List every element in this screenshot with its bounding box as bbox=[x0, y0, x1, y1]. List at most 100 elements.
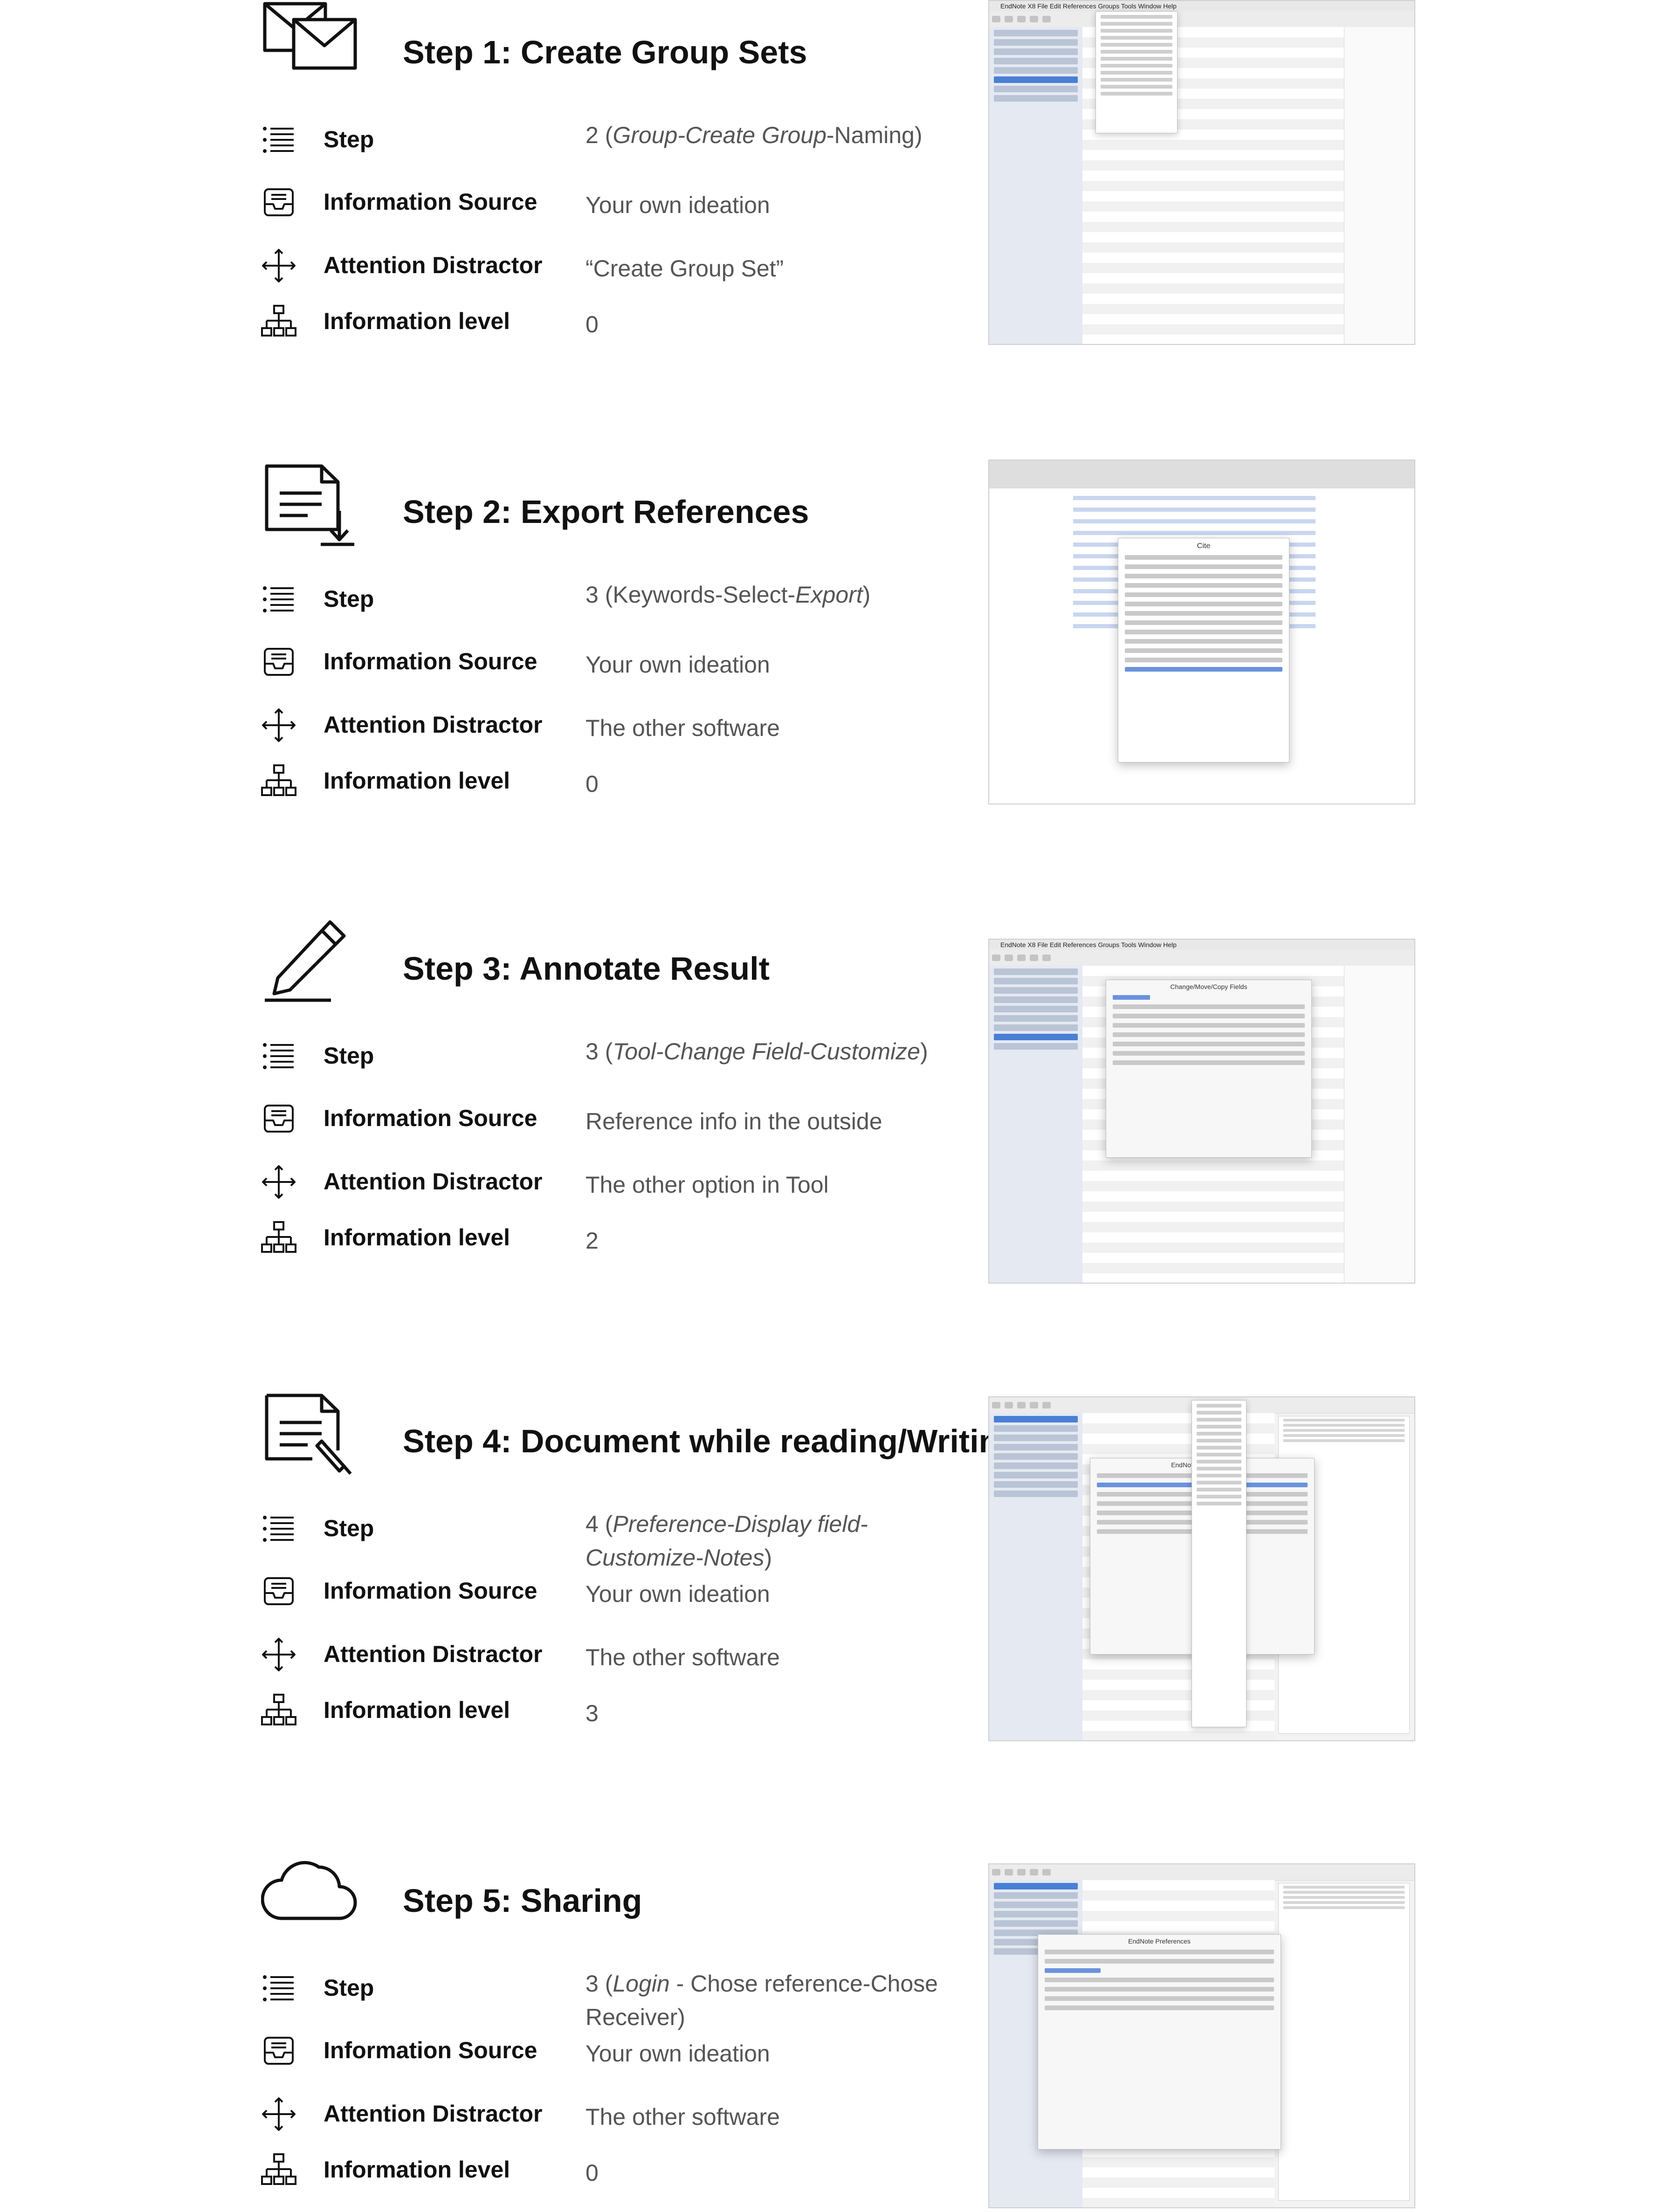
step-value-part: Group-Create Group bbox=[613, 122, 827, 148]
row-value: 3 bbox=[586, 1700, 599, 1726]
row-value: 2 bbox=[586, 1228, 599, 1254]
inbox-icon bbox=[261, 1101, 296, 1136]
row-label: Step bbox=[324, 586, 374, 612]
row-value: The other software bbox=[586, 715, 780, 741]
step-value-part: Export bbox=[795, 582, 863, 608]
step-value-part: 3 ( bbox=[586, 1971, 613, 1997]
row-value: Your own ideation bbox=[586, 192, 770, 218]
browser-chrome bbox=[989, 460, 1414, 489]
field-dropdown bbox=[1192, 1400, 1247, 1727]
row-label: Attention Distractor bbox=[324, 1641, 543, 1667]
row-label: Information Source bbox=[324, 2037, 537, 2063]
row-label: Attention Distractor bbox=[324, 1168, 543, 1195]
row-label: Information Source bbox=[324, 189, 537, 215]
step-value-part: -Naming) bbox=[826, 122, 923, 148]
row-label: Information Source bbox=[324, 1578, 537, 1604]
menu-bar: EndNote X8 File Edit References Groups T… bbox=[989, 940, 1414, 950]
move-arrows-icon bbox=[261, 1164, 296, 1200]
step-value-part: Preference-Display field-Customize-Notes bbox=[586, 1511, 868, 1571]
row-source: Information Source Your own ideation bbox=[261, 179, 988, 226]
list-icon bbox=[261, 1511, 296, 1546]
row-label: Information level bbox=[324, 308, 510, 334]
step-value-part: Login bbox=[613, 1971, 670, 1997]
document-download-icon bbox=[261, 460, 359, 548]
row-step: Step 3 (Login - Chose reference-Chose Rec… bbox=[261, 1965, 988, 2030]
row-distractor: Attention Distractor The other software bbox=[261, 702, 988, 749]
row-label: Attention Distractor bbox=[324, 2101, 543, 2127]
sync-preferences-dialog: EndNote Preferences bbox=[1038, 1934, 1281, 2150]
step-value: 3 (Keywords-Select-Export) bbox=[586, 578, 977, 611]
groups-menu bbox=[1095, 11, 1178, 133]
step-value: 3 (Tool-Change Field-Customize) bbox=[586, 1035, 977, 1068]
step-title: Step 3: Annotate Result bbox=[403, 950, 770, 987]
step-value-part: 3 ( bbox=[586, 1038, 613, 1065]
row-level: Information level 3 bbox=[261, 1687, 988, 1734]
step-value-part: 4 ( bbox=[586, 1511, 613, 1537]
row-distractor: Attention Distractor “Create Group Set” bbox=[261, 242, 988, 289]
row-label: Step bbox=[324, 1515, 374, 1541]
sidebar bbox=[989, 966, 1083, 1283]
row-step: Step 3 (Keywords-Select-Export) bbox=[261, 576, 988, 623]
document-edit-icon bbox=[261, 1389, 359, 1477]
sidebar bbox=[989, 1413, 1083, 1740]
row-level: Information level 0 bbox=[261, 298, 988, 345]
dialog-title: EndNote Preferences bbox=[1128, 1937, 1191, 1945]
step-value-part: Tool-Change Field-Customize bbox=[613, 1038, 920, 1065]
step-value-part: ) bbox=[920, 1038, 928, 1065]
row-source: Information Source Your own ideation bbox=[261, 2027, 988, 2074]
inbox-icon bbox=[261, 185, 296, 220]
hierarchy-icon bbox=[261, 2152, 296, 2188]
hierarchy-icon bbox=[261, 304, 296, 339]
pencil-icon bbox=[261, 916, 359, 1005]
row-value: 0 bbox=[586, 311, 599, 337]
list-icon bbox=[261, 582, 296, 617]
step-title: Step 4: Document while reading/Writing bbox=[403, 1423, 1019, 1459]
cite-dialog: Cite bbox=[1118, 538, 1289, 763]
row-level: Information level 0 bbox=[261, 758, 988, 804]
hierarchy-icon bbox=[261, 763, 296, 799]
toolbar bbox=[989, 1864, 1414, 1881]
row-value: Your own ideation bbox=[586, 2040, 770, 2067]
move-arrows-icon bbox=[261, 2096, 296, 2132]
screenshot-create-group: EndNote X8 File Edit References Groups T… bbox=[988, 0, 1415, 345]
row-value: Reference info in the outside bbox=[586, 1108, 882, 1134]
row-level: Information level 2 bbox=[261, 1215, 988, 1261]
screenshot-export-references: Cite bbox=[988, 460, 1415, 804]
row-value: 0 bbox=[586, 771, 599, 797]
move-arrows-icon bbox=[261, 248, 296, 283]
row-step: Step 4 (Preference-Display field-Customiz… bbox=[261, 1505, 988, 1571]
toolbar bbox=[989, 950, 1414, 966]
move-arrows-icon bbox=[261, 1637, 296, 1672]
hierarchy-icon bbox=[261, 1693, 296, 1728]
row-value: The other option in Tool bbox=[586, 1172, 829, 1198]
envelopes-icon bbox=[261, 0, 359, 89]
toolbar bbox=[989, 11, 1414, 27]
row-value: The other software bbox=[586, 1644, 780, 1670]
sidebar bbox=[989, 27, 1083, 344]
row-step: Step 3 (Tool-Change Field-Customize) bbox=[261, 1033, 988, 1079]
dialog-title: Change/Move/Copy Fields bbox=[1170, 983, 1247, 990]
step-value-part: ) bbox=[862, 582, 871, 608]
screenshot-sharing: EndNote Preferences bbox=[988, 1863, 1415, 2208]
change-fields-dialog: Change/Move/Copy Fields bbox=[1106, 980, 1312, 1158]
screenshot-annotate-result: EndNote X8 File Edit References Groups T… bbox=[988, 939, 1415, 1284]
row-label: Information level bbox=[324, 1697, 510, 1723]
row-value: The other software bbox=[586, 2104, 780, 2130]
step-title: Step 1: Create Group Sets bbox=[403, 34, 807, 70]
row-label: Attention Distractor bbox=[324, 252, 543, 278]
cloud-icon bbox=[261, 1848, 359, 1937]
hierarchy-icon bbox=[261, 1220, 296, 1256]
row-label: Information level bbox=[324, 2157, 510, 2183]
step-title: Step 2: Export References bbox=[403, 494, 809, 530]
row-label: Information Source bbox=[324, 1105, 537, 1131]
row-distractor: Attention Distractor The other software bbox=[261, 2091, 988, 2137]
list-icon bbox=[261, 122, 296, 158]
row-label: Step bbox=[324, 126, 374, 152]
row-step: Step 2 (Group-Create Group-Naming) bbox=[261, 117, 988, 163]
step-value-part: ) bbox=[764, 1545, 772, 1571]
preview-pane bbox=[1344, 27, 1414, 344]
row-label: Attention Distractor bbox=[324, 712, 543, 738]
row-value: Your own ideation bbox=[586, 1581, 770, 1607]
row-label: Step bbox=[324, 1975, 374, 2001]
row-source: Information Source Reference info in the … bbox=[261, 1095, 988, 1142]
